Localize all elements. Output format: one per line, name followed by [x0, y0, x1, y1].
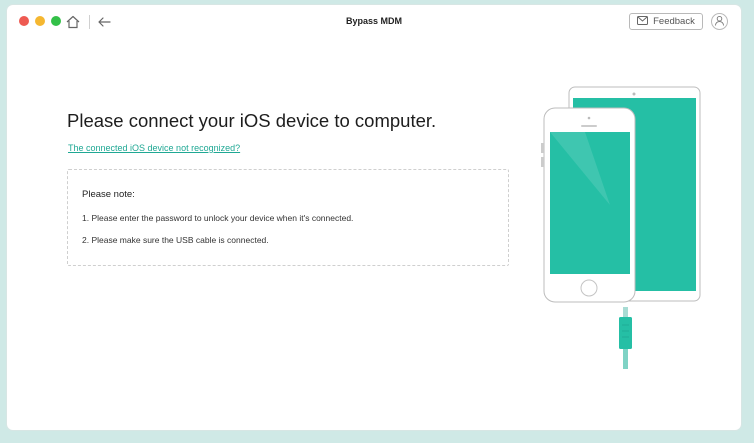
note-item: 1. Please enter the password to unlock y…	[82, 213, 354, 223]
note-box: Please note: 1. Please enter the passwor…	[67, 169, 509, 266]
usb-cable-illustration	[619, 307, 632, 369]
page-title: Please connect your iOS device to comput…	[67, 110, 437, 131]
note-title: Please note:	[82, 189, 135, 200]
user-icon	[714, 13, 725, 31]
title-bar: Bypass MDM Feedback	[7, 5, 741, 39]
feedback-button[interactable]: Feedback	[629, 13, 703, 30]
phone-illustration	[541, 107, 636, 303]
mail-icon	[637, 15, 649, 28]
note-item: 2. Please make sure the USB cable is con…	[82, 235, 269, 245]
device-connection-illustration	[537, 85, 707, 375]
device-not-recognized-link[interactable]: The connected iOS device not recognized?	[68, 143, 240, 153]
user-account-button[interactable]	[711, 13, 728, 30]
feedback-label: Feedback	[653, 16, 695, 27]
app-window: Bypass MDM Feedback Please connect your …	[7, 5, 741, 430]
